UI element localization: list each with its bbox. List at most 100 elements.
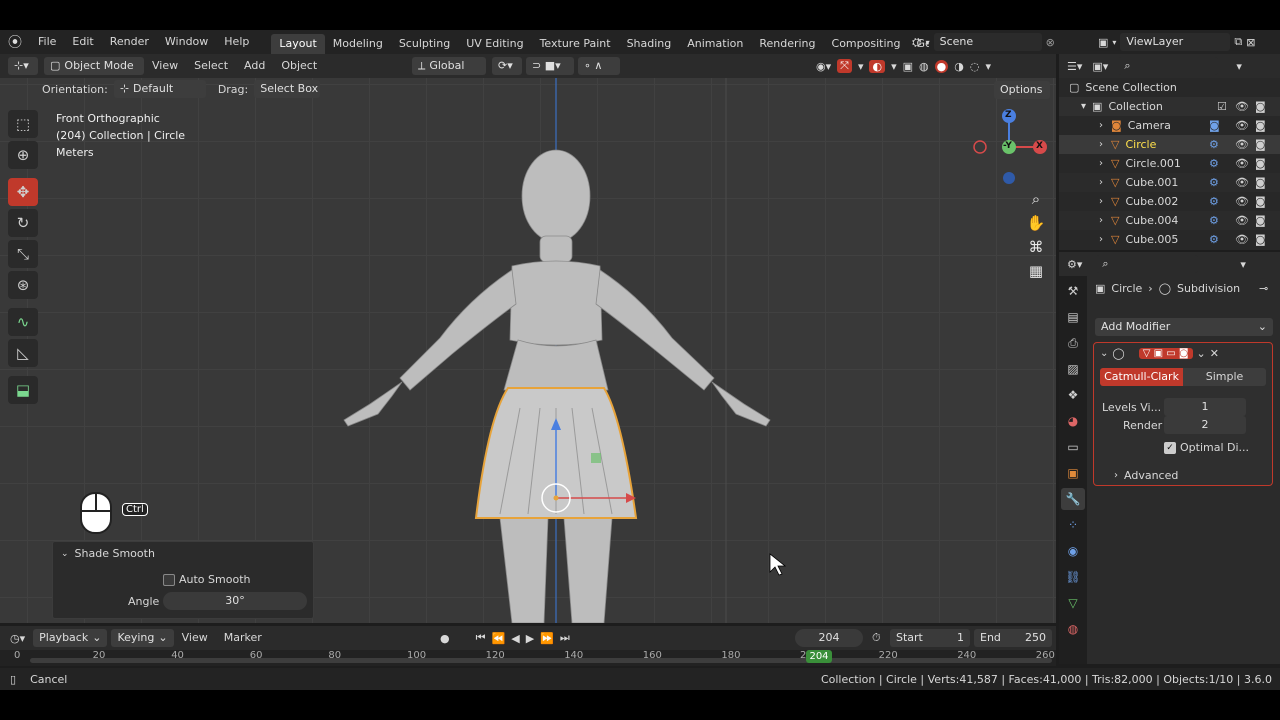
timeline-ruler[interactable]: 020406080100120140160180200220240260 204 xyxy=(0,650,1056,666)
shading-options-icon[interactable]: ▾ xyxy=(985,60,991,73)
modifier-icon[interactable]: ⚙ xyxy=(1209,230,1219,249)
timeline-menu-view[interactable]: View xyxy=(174,626,216,650)
material-shading-icon[interactable]: ◑ xyxy=(954,60,964,73)
scene-name-field[interactable]: Scene xyxy=(933,33,1042,51)
tab-layout[interactable]: Layout xyxy=(271,34,325,54)
modifier-icon[interactable]: ⚙ xyxy=(1209,211,1219,230)
add-modifier-dropdown[interactable]: Add Modifier ⌄ xyxy=(1095,318,1273,336)
prev-keyframe-icon[interactable]: ⏪ xyxy=(492,632,506,645)
expand-icon[interactable]: › xyxy=(1099,116,1103,135)
play-reverse-icon[interactable]: ◀ xyxy=(511,632,519,645)
camera-icon[interactable]: ◙ xyxy=(1255,116,1266,135)
tab-rendering[interactable]: Rendering xyxy=(751,34,823,54)
auto-smooth-checkbox[interactable]: Auto Smooth xyxy=(163,573,250,586)
record-icon[interactable]: ● xyxy=(440,632,450,645)
pan-hand-icon[interactable]: ✋ xyxy=(1027,214,1046,232)
jump-start-icon[interactable]: ⏮ xyxy=(476,631,486,645)
modifier-icon[interactable]: ⚙ xyxy=(1209,192,1219,211)
output-tab[interactable]: ⎙ xyxy=(1061,332,1085,354)
rendered-shading-icon[interactable]: ◌ xyxy=(970,60,980,73)
visibility-icon[interactable]: ◉▾ xyxy=(816,60,831,73)
menu-add[interactable]: Add xyxy=(236,54,273,78)
menu-select[interactable]: Select xyxy=(186,54,236,78)
outliner-collection[interactable]: ▾ ▣ Collection ☑ 👁 ◙ xyxy=(1059,97,1280,116)
pivot-dropdown[interactable]: ⟳▾ xyxy=(492,57,522,75)
playhead-frame-indicator[interactable]: 204 xyxy=(806,650,832,663)
camera-icon[interactable]: ◙ xyxy=(1255,192,1266,211)
eye-icon[interactable]: 👁 xyxy=(1235,154,1249,173)
outliner-item[interactable]: › ◙ Camera ◙ 👁 ◙ xyxy=(1059,116,1280,135)
object-tab[interactable]: ▣ xyxy=(1061,462,1085,484)
menu-edit[interactable]: Edit xyxy=(64,30,101,54)
camera-icon[interactable]: ◙ xyxy=(1255,154,1266,173)
collection-tab[interactable]: ▭ xyxy=(1061,436,1085,458)
timeline-editor-icon[interactable]: ◷▾ xyxy=(10,632,25,645)
play-icon[interactable]: ▶ xyxy=(526,632,534,645)
outliner-search[interactable]: ⌕ xyxy=(1118,57,1219,75)
tab-texture-paint[interactable]: Texture Paint xyxy=(532,34,619,54)
expand-icon[interactable]: › xyxy=(1099,211,1103,230)
filter-icon[interactable]: ▾ xyxy=(1236,60,1242,73)
camera-icon[interactable]: ◙ xyxy=(1255,211,1266,230)
viewlayer-name-field[interactable]: ViewLayer xyxy=(1120,33,1231,51)
menu-view[interactable]: View xyxy=(144,54,186,78)
advanced-subpanel-header[interactable]: › Advanced xyxy=(1114,469,1178,482)
tab-modeling[interactable]: Modeling xyxy=(325,34,391,54)
render-levels-field[interactable]: 2 xyxy=(1164,416,1246,434)
camera-icon[interactable]: ◙ xyxy=(1255,230,1266,249)
last-operator-header[interactable]: ⌄ Shade Smooth xyxy=(53,542,313,565)
chevron-down-icon[interactable]: ⌄ xyxy=(1197,347,1206,360)
outliner-item[interactable]: › ▽ Circle ⚙ 👁 ◙ xyxy=(1059,135,1280,154)
gizmo-toggle-icon[interactable]: ⤧ xyxy=(837,59,852,73)
simple-button[interactable]: Simple xyxy=(1183,368,1266,386)
checkbox-icon[interactable]: ☑ xyxy=(1217,97,1227,116)
start-frame-field[interactable]: Start 1 xyxy=(890,629,970,647)
tab-animation[interactable]: Animation xyxy=(679,34,751,54)
optimal-display-checkbox[interactable]: ✓ Optimal Di... xyxy=(1164,441,1249,454)
catmull-clark-button[interactable]: Catmull-Clark xyxy=(1100,368,1183,386)
proportional-edit-toggle[interactable]: ∘ ∧ xyxy=(578,57,620,75)
tab-shading[interactable]: Shading xyxy=(619,34,680,54)
editor-type-button[interactable]: ⊹▾ xyxy=(8,57,38,75)
zoom-icon[interactable]: ⌕ xyxy=(1032,190,1040,208)
scene-tab[interactable]: ❖ xyxy=(1061,384,1085,406)
expand-icon[interactable]: › xyxy=(1099,154,1103,173)
view-layer-tab[interactable]: ▨ xyxy=(1061,358,1085,380)
outliner-editor-icon[interactable]: ☰▾ xyxy=(1067,60,1082,73)
properties-editor-icon[interactable]: ⚙▾ xyxy=(1067,258,1082,271)
mode-dropdown[interactable]: ▢ Object Mode xyxy=(44,57,144,75)
outliner-item[interactable]: › ▽ Cube.002 ⚙ 👁 ◙ xyxy=(1059,192,1280,211)
expand-icon[interactable]: › xyxy=(1099,230,1103,249)
eye-icon[interactable]: 👁 xyxy=(1235,230,1249,249)
modifier-tab[interactable]: 🔧 xyxy=(1061,488,1085,510)
menu-file[interactable]: File xyxy=(30,30,64,54)
stopwatch-icon[interactable]: ⏱ xyxy=(872,631,881,645)
material-tab[interactable]: ◍ xyxy=(1061,618,1085,640)
particles-tab[interactable]: ⁘ xyxy=(1061,514,1085,536)
close-icon[interactable]: ✕ xyxy=(1210,347,1219,360)
next-keyframe-icon[interactable]: ⏩ xyxy=(540,632,554,645)
chevron-down-icon[interactable]: ⌄ xyxy=(1100,348,1108,359)
timeline-menu-marker[interactable]: Marker xyxy=(216,626,270,650)
solid-shading-icon[interactable]: ● xyxy=(934,59,949,73)
data-tab[interactable]: ▽ xyxy=(1061,592,1085,614)
eye-icon[interactable]: 👁 xyxy=(1235,97,1249,116)
menu-help[interactable]: Help xyxy=(216,30,257,54)
navigation-gizmo[interactable]: Z -Y X xyxy=(970,108,1050,184)
blender-logo-icon[interactable]: ⦿ xyxy=(0,32,30,52)
viewlayer-selector[interactable]: ▣ ▾ ViewLayer ⧉ ⊠ xyxy=(1098,33,1256,51)
eye-icon[interactable]: 👁 xyxy=(1235,211,1249,230)
wireframe-shading-icon[interactable]: ◍ xyxy=(919,60,929,73)
3d-viewport[interactable]: Orientation: ⊹ Default Drag: Select Box O… xyxy=(0,78,1056,623)
chevron-down-icon[interactable]: ▾ xyxy=(858,60,864,73)
camera-data-icon[interactable]: ◙ xyxy=(1209,116,1220,135)
render-tab[interactable]: ▤ xyxy=(1061,306,1085,328)
expand-icon[interactable]: › xyxy=(1099,192,1103,211)
camera-icon[interactable]: ◙ xyxy=(1255,135,1266,154)
outliner-item[interactable]: › ▽ Cube.004 ⚙ 👁 ◙ xyxy=(1059,211,1280,230)
tool-tab[interactable]: ⚒ xyxy=(1061,280,1085,302)
outliner-item[interactable]: › ▽ Circle.001 ⚙ 👁 ◙ xyxy=(1059,154,1280,173)
end-frame-field[interactable]: End 250 xyxy=(974,629,1052,647)
transform-orientation-dropdown[interactable]: ⟂ Global xyxy=(412,57,486,75)
xray-icon[interactable]: ▣ xyxy=(903,60,913,73)
